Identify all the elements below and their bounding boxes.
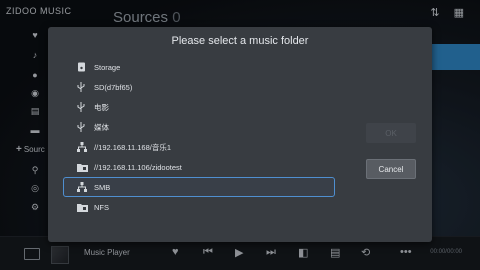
list-item-nfs[interactable]: NFS [63, 197, 335, 217]
network-folder-icon [77, 203, 89, 212]
ok-button[interactable]: OK [366, 123, 416, 143]
dialog-title: Please select a music folder [171, 35, 309, 47]
list-item-storage[interactable]: Storage [63, 57, 335, 77]
list-item-movies[interactable]: 电影 [63, 97, 335, 117]
storage-icon [77, 62, 89, 72]
list-item-smb[interactable]: SMB [63, 177, 335, 197]
list-item-media[interactable]: 媒体 [63, 117, 335, 137]
list-item-network-music[interactable]: //192.168.11.168/音乐1 [63, 137, 335, 157]
list-item-sd[interactable]: SD(d7bf65) [63, 77, 335, 97]
folder-list: Storage SD(d7bf65) 电影 媒体 //192.168.11.16… [63, 57, 335, 217]
usb-icon [77, 102, 89, 112]
network-icon [77, 142, 89, 152]
usb-icon [77, 122, 89, 132]
network-folder-icon [77, 163, 89, 172]
folder-select-dialog: Please select a music folder Storage SD(… [48, 27, 432, 242]
list-item-network-zidootest[interactable]: //192.168.11.106/zidootest [63, 157, 335, 177]
network-icon [77, 182, 89, 192]
usb-icon [77, 82, 89, 92]
cancel-button[interactable]: Cancel [366, 159, 416, 179]
